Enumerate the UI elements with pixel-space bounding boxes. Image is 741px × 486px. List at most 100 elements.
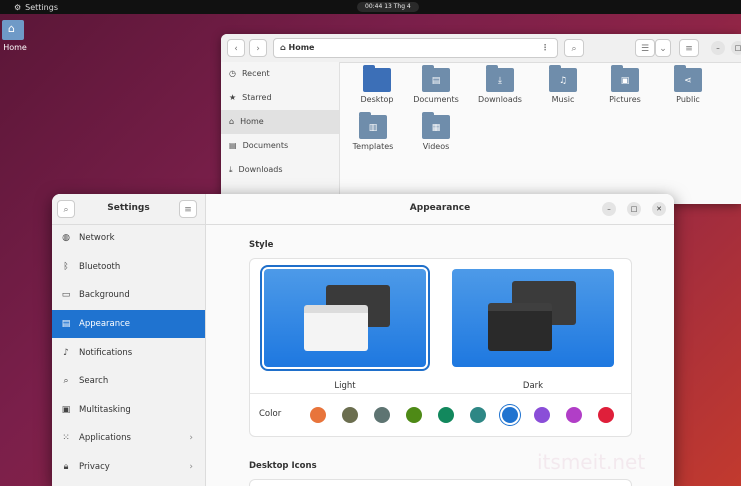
settings-nav: ◍ Network ᛒ Bluetooth ▭ Background ▤ Appeara… <box>52 224 205 481</box>
music-folder-icon: ♫ <box>549 65 577 92</box>
folder-label: Music <box>551 95 575 104</box>
video-folder-icon: ▦ <box>422 112 450 139</box>
style-option-light[interactable] <box>260 265 430 371</box>
sidebar-item-documents[interactable]: ▤ Documents <box>221 134 339 158</box>
folder-videos[interactable]: ▦ Videos <box>406 112 466 151</box>
sidebar-item-home[interactable]: ⌂ Home <box>221 110 339 134</box>
nav-item-notifications[interactable]: ♪ Notifications <box>52 338 205 367</box>
sidebar-item-downloads[interactable]: ⤓ Downloads <box>221 158 339 182</box>
desktop-home-icon[interactable]: Home <box>0 20 30 52</box>
front-window-preview <box>304 305 368 351</box>
home-icon: ⌂ <box>280 43 286 52</box>
pictures-folder-icon: ▣ <box>611 65 639 92</box>
folder-pictures[interactable]: ▣ Pictures <box>595 65 655 104</box>
folder-label: Pictures <box>609 95 641 104</box>
desktop-icons-section-title: Desktop Icons <box>249 461 317 471</box>
document-icon: ▤ <box>229 141 237 150</box>
back-button[interactable]: ‹ <box>227 39 245 57</box>
desktop-icons-card <box>249 479 632 486</box>
folder-icon <box>363 65 391 92</box>
folder-templates[interactable]: ▥ Templates <box>343 112 403 151</box>
view-options-button[interactable]: ⌄ <box>655 39 671 57</box>
clock[interactable]: 00:44 13 Thg 4 <box>357 2 419 12</box>
style-light-label: Light <box>334 381 356 391</box>
download-folder-icon: ⤓ <box>486 65 514 92</box>
document-folder-icon: ▤ <box>422 65 450 92</box>
more-icon[interactable]: ⋮ <box>541 39 549 57</box>
list-view-button[interactable]: ☰ <box>635 39 655 57</box>
app-name: Settings <box>25 2 58 12</box>
folder-music[interactable]: ♫ Music <box>533 65 593 104</box>
bluetooth-icon: ᛒ <box>63 261 69 272</box>
nav-item-bluetooth[interactable]: ᛒ Bluetooth <box>52 253 205 282</box>
folder-label: Public <box>676 95 700 104</box>
nav-label: Network <box>79 233 115 244</box>
path-bar[interactable]: ⌂ Home ⋮ <box>273 38 558 58</box>
style-option-dark[interactable] <box>452 269 614 367</box>
download-icon: ⤓ <box>229 165 233 174</box>
path-label: Home <box>288 43 315 52</box>
appearance-panel: Appearance – □ ✕ Style Light Dark Color <box>206 194 674 486</box>
nav-item-network[interactable]: ◍ Network <box>52 224 205 253</box>
sidebar-item-label: Home <box>240 117 264 126</box>
sidebar-item-label: Downloads <box>238 165 283 174</box>
accent-color-blue[interactable] <box>502 407 518 423</box>
top-bar: ⚙ Settings 00:44 13 Thg 4 <box>0 0 741 14</box>
accent-color-magenta[interactable] <box>566 407 582 423</box>
close-button[interactable]: ✕ <box>652 202 666 216</box>
files-window: ‹ › ⌂ Home ⋮ ⌕ ☰ ⌄ ≡ – □ ◷ Recent ★ Starre… <box>221 34 741 204</box>
folder-documents[interactable]: ▤ Documents <box>406 65 466 104</box>
nav-label: Privacy <box>79 462 110 473</box>
color-label: Color <box>259 409 282 419</box>
forward-button[interactable]: › <box>249 39 267 57</box>
accent-color-viridian[interactable] <box>438 407 454 423</box>
accent-color-sage[interactable] <box>374 407 390 423</box>
folder-label: Documents <box>413 95 459 104</box>
nav-item-applications[interactable]: ⁙ Applications › <box>52 424 205 453</box>
sidebar-item-recent[interactable]: ◷ Recent <box>221 62 339 86</box>
maximize-button[interactable]: □ <box>627 202 641 216</box>
accent-color-prussian-green[interactable] <box>470 407 486 423</box>
folder-desktop[interactable]: Desktop <box>347 65 407 104</box>
files-sidebar: ◷ Recent ★ Starred ⌂ Home ▤ Documents ⤓ Downl… <box>221 62 340 204</box>
menu-button[interactable]: ≡ <box>679 39 699 57</box>
sidebar-item-label: Recent <box>241 69 270 78</box>
globe-icon: ◍ <box>62 233 70 244</box>
search-button[interactable]: ⌕ <box>564 39 584 57</box>
folder-public[interactable]: ⋖ Public <box>658 65 718 104</box>
files-header: ‹ › ⌂ Home ⋮ ⌕ ☰ ⌄ ≡ – □ <box>221 34 741 63</box>
nav-item-privacy[interactable]: 🔒︎ Privacy › <box>52 453 205 482</box>
accent-color-bark[interactable] <box>342 407 358 423</box>
desktop-home-label: Home <box>3 43 27 52</box>
settings-window: ⌕ Settings ≡ ◍ Network ᛒ Bluetooth ▭ Backgr… <box>52 194 674 486</box>
folder-downloads[interactable]: ⤓ Downloads <box>470 65 530 104</box>
accent-color-row: Color <box>250 393 631 436</box>
home-icon: ⌂ <box>229 117 235 126</box>
maximize-button[interactable]: □ <box>731 41 741 55</box>
nav-item-appearance[interactable]: ▤ Appearance <box>52 309 205 339</box>
minimize-button[interactable]: – <box>711 41 725 55</box>
nav-item-search[interactable]: ⌕ Search <box>52 367 205 396</box>
lock-icon: 🔒︎ <box>63 462 69 473</box>
accent-color-red[interactable] <box>598 407 614 423</box>
grid-icon: ⁙ <box>62 433 70 444</box>
front-window-preview <box>488 303 552 351</box>
minimize-button[interactable]: – <box>602 202 616 216</box>
gear-icon: ⚙ <box>14 2 22 12</box>
nav-label: Notifications <box>79 347 133 358</box>
accent-color-orange[interactable] <box>310 407 326 423</box>
sidebar-item-starred[interactable]: ★ Starred <box>221 86 339 110</box>
folder-icon <box>2 20 24 40</box>
share-folder-icon: ⋖ <box>674 65 702 92</box>
activities-app-menu[interactable]: ⚙ Settings <box>14 3 58 12</box>
search-icon: ⌕ <box>63 376 69 387</box>
nav-label: Appearance <box>79 319 131 330</box>
style-section-title: Style <box>249 240 274 250</box>
nav-label: Multitasking <box>79 404 131 415</box>
settings-sidebar: ⌕ Settings ≡ ◍ Network ᛒ Bluetooth ▭ Backgr… <box>52 194 206 486</box>
nav-item-background[interactable]: ▭ Background <box>52 281 205 310</box>
menu-button[interactable]: ≡ <box>179 200 197 218</box>
accent-color-olive[interactable] <box>406 407 422 423</box>
accent-color-purple[interactable] <box>534 407 550 423</box>
nav-item-multitasking[interactable]: ▣ Multitasking <box>52 396 205 425</box>
